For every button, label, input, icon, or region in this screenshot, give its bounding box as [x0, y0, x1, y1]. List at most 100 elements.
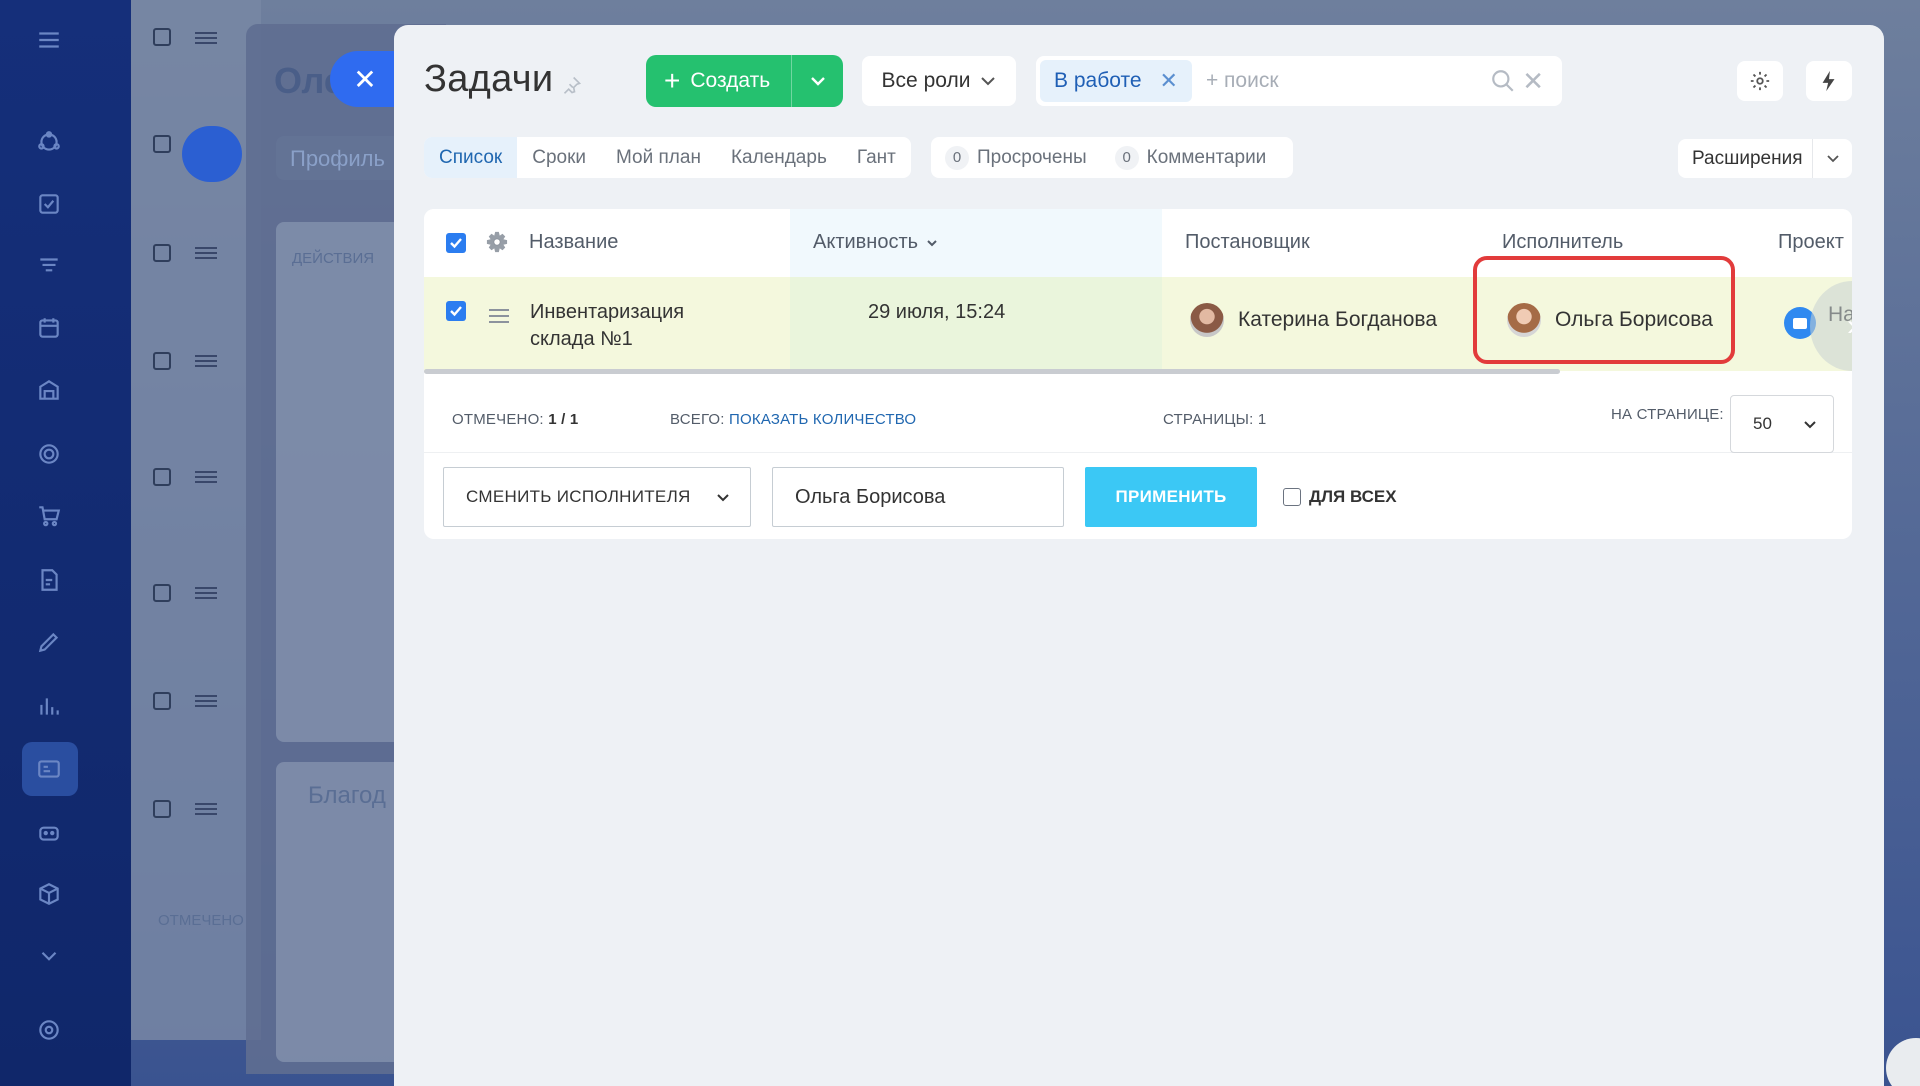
comments-label: Комментарии: [1146, 146, 1267, 168]
close-icon: ✕: [353, 63, 377, 95]
left-navigation: [0, 0, 131, 1086]
bg-row-checkbox: [153, 692, 171, 710]
analytics-icon[interactable]: [35, 692, 63, 720]
plus-icon: +: [664, 65, 681, 96]
clear-search-icon[interactable]: ✕: [1522, 66, 1544, 97]
total-count: ВСЕГО: ПОКАЗАТЬ КОЛИЧЕСТВО: [670, 411, 916, 428]
group-actions-panel: СМЕНИТЬ ИСПОЛНИТЕЛЯ Ольга Борисова ПРИМЕ…: [424, 453, 1852, 539]
search-filter[interactable]: В работе ✕ + поиск ✕: [1036, 56, 1562, 106]
column-header-name[interactable]: Название: [529, 231, 618, 254]
scroll-right-button[interactable]: ›: [1810, 281, 1852, 371]
assignee-highlight-frame: [1473, 256, 1735, 364]
activity-header-label: Активность: [813, 231, 919, 253]
remove-filter-icon[interactable]: ✕: [1160, 68, 1178, 94]
bg-row-checkbox: [153, 468, 171, 486]
close-slider-button[interactable]: ✕: [330, 51, 400, 107]
bg-drag-icon: [195, 355, 217, 367]
for-all-checkbox[interactable]: ДЛЯ ВСЕХ: [1283, 487, 1397, 507]
create-main[interactable]: + Создать: [646, 67, 791, 95]
settings-button[interactable]: [1737, 61, 1783, 101]
column-header-creator[interactable]: Постановщик: [1185, 231, 1310, 254]
chevron-right-icon: ›: [1847, 309, 1852, 343]
roles-dropdown[interactable]: Все роли: [862, 56, 1016, 106]
comments-counter[interactable]: 0 Комментарии: [1114, 145, 1267, 170]
view-tabs: Список Сроки Мой план Календарь Гант: [424, 137, 911, 178]
tab-deadlines[interactable]: Сроки: [517, 137, 601, 178]
lightning-icon: [1822, 70, 1835, 92]
overdue-label: Просрочены: [977, 146, 1087, 168]
row-menu-icon[interactable]: [488, 308, 510, 324]
pages-label: СТРАНИЦЫ:: [1163, 411, 1254, 428]
task-name-line-1: Инвентаризация: [530, 301, 685, 323]
feed-icon[interactable]: [35, 128, 63, 156]
chevron-down-icon: [717, 493, 729, 501]
column-header-assignee[interactable]: Исполнитель: [1502, 231, 1623, 254]
extensions-dropdown[interactable]: [1812, 139, 1852, 178]
bg-drag-icon: [195, 587, 217, 599]
show-count-link[interactable]: ПОКАЗАТЬ КОЛИЧЕСТВО: [729, 411, 916, 428]
crm-icon[interactable]: [35, 252, 63, 280]
sort-desc-icon: [927, 239, 937, 246]
pin-icon[interactable]: [562, 75, 582, 95]
column-header-project[interactable]: Проект: [1778, 231, 1844, 254]
task-name-link[interactable]: Инвентаризация склада №1: [530, 299, 760, 353]
create-task-button[interactable]: + Создать: [646, 55, 843, 107]
pages-value[interactable]: 1: [1258, 411, 1267, 428]
tab-my-plan[interactable]: Мой план: [601, 137, 716, 178]
extensions-button[interactable]: Расширения: [1678, 139, 1852, 178]
filter-chip[interactable]: В работе ✕: [1040, 60, 1192, 102]
menu-icon[interactable]: [35, 26, 63, 54]
per-page-select[interactable]: 50: [1730, 395, 1834, 453]
avatar: [1190, 303, 1224, 337]
marked-count: ОТМЕЧЕНО: 1 / 1: [452, 411, 578, 428]
automation-button[interactable]: [1806, 61, 1852, 101]
for-all-box[interactable]: [1283, 488, 1301, 506]
extensions-label: Расширения: [1692, 147, 1803, 169]
select-all-checkbox[interactable]: [446, 233, 466, 253]
grid-settings-icon[interactable]: [486, 231, 508, 253]
robot-icon[interactable]: [35, 818, 63, 846]
create-dropdown-button[interactable]: [791, 55, 843, 107]
tab-calendar[interactable]: Календарь: [716, 137, 842, 178]
hr-card-icon[interactable]: [35, 755, 63, 783]
group-action-select[interactable]: СМЕНИТЬ ИСПОЛНИТЕЛЯ: [443, 467, 751, 527]
overdue-count: 0: [945, 145, 969, 170]
chevron-down-icon: [810, 77, 825, 86]
apply-button[interactable]: ПРИМЕНИТЬ: [1085, 467, 1257, 527]
tasks-icon[interactable]: [35, 190, 63, 218]
tab-gantt[interactable]: Гант: [842, 137, 911, 178]
horizontal-scrollbar[interactable]: [424, 369, 1560, 374]
bg-thanks-label: Благод: [308, 782, 386, 809]
chevron-down-icon[interactable]: [35, 942, 63, 970]
create-label: Создать: [690, 69, 771, 92]
settings-icon[interactable]: [35, 1016, 63, 1044]
tab-list[interactable]: Список: [424, 137, 518, 178]
calendar-icon[interactable]: [35, 314, 63, 342]
check-icon: [450, 238, 462, 249]
row-checkbox[interactable]: [446, 301, 466, 321]
search-icon[interactable]: [1490, 68, 1516, 94]
bg-row-checkbox: [153, 244, 171, 262]
assignee-input[interactable]: Ольга Борисова: [772, 467, 1064, 527]
creator-link[interactable]: Катерина Богданова: [1190, 303, 1437, 337]
chevron-down-icon: [1826, 155, 1839, 163]
bg-row-checkbox: [153, 135, 171, 153]
activity-date: 29 июля, 15:24: [868, 301, 1006, 323]
bg-drag-icon: [195, 32, 217, 44]
bg-row-checkbox: [153, 28, 171, 46]
gear-icon: [1750, 71, 1770, 91]
sign-icon[interactable]: [35, 628, 63, 656]
column-header-activity[interactable]: Активность: [813, 231, 938, 254]
for-all-label: ДЛЯ ВСЕХ: [1309, 487, 1397, 506]
pages-info: СТРАНИЦЫ: 1: [1163, 411, 1266, 428]
inventory-icon[interactable]: [35, 376, 63, 404]
documents-icon[interactable]: [35, 566, 63, 594]
bg-marked-label: ОТМЕЧЕНО: [158, 912, 244, 929]
search-input[interactable]: + поиск: [1206, 69, 1490, 93]
goals-icon[interactable]: [35, 440, 63, 468]
box-icon[interactable]: [35, 880, 63, 908]
overdue-counter[interactable]: 0 Просрочены: [945, 145, 1087, 170]
total-label: ВСЕГО:: [670, 411, 725, 428]
bg-profile-tab: Профиль: [276, 136, 406, 180]
cart-icon[interactable]: [35, 502, 63, 530]
